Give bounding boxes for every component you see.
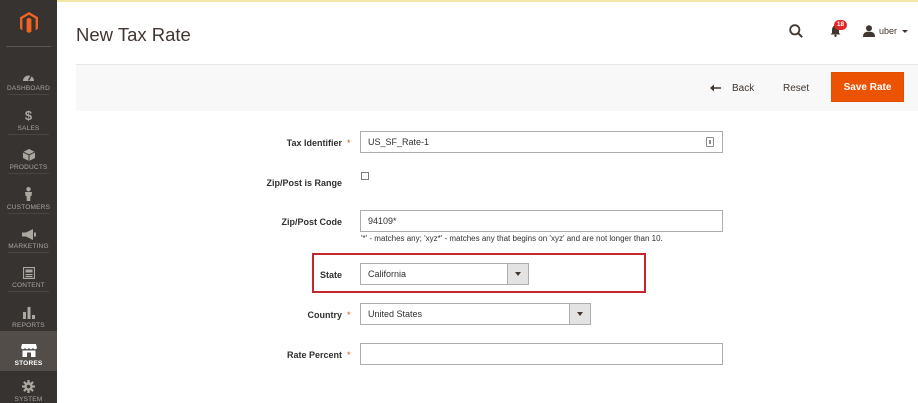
magento-logo-icon — [19, 12, 38, 33]
state-highlight-box — [312, 253, 646, 293]
user-menu[interactable]: uber — [862, 25, 908, 37]
required-marker: * — [347, 350, 351, 360]
tax-identifier-value: US_SF_Rate-1 — [368, 137, 430, 147]
top-stripe — [57, 0, 918, 2]
magento-logo[interactable] — [0, 0, 57, 46]
dollar-icon: $ — [24, 108, 33, 123]
sidebar-item-content[interactable]: CONTENT — [0, 253, 57, 293]
user-icon — [862, 25, 875, 37]
chevron-down-icon — [577, 312, 583, 316]
sidebar-item-label: PRODUCTS — [9, 164, 48, 171]
country-label: Country — [307, 310, 343, 320]
zip-code-note: '*' - matches any; 'xyz*' - matches any … — [361, 234, 663, 243]
header-actions: 18 uber — [785, 18, 908, 44]
sidebar-item-customers[interactable]: CUSTOMERS — [0, 175, 57, 215]
sidebar-item-reports[interactable]: REPORTS — [0, 293, 57, 333]
zip-range-label: Zip/Post is Range — [266, 178, 342, 188]
sidebar-item-system[interactable]: SYSTEM — [0, 367, 57, 403]
save-rate-button[interactable]: Save Rate — [831, 72, 904, 102]
reset-button-label: Reset — [783, 82, 810, 94]
zip-code-label: Zip/Post Code — [281, 217, 343, 227]
required-marker: * — [347, 138, 351, 148]
sidebar: DASHBOARD $ SALES PRODUCTS CUSTOMERS MAR… — [0, 0, 57, 403]
megaphone-icon — [21, 222, 36, 240]
page-actions-bar: Back Reset Save Rate — [76, 64, 918, 111]
gauge-icon — [22, 64, 35, 82]
content-icon — [22, 261, 35, 279]
nav-divider — [8, 173, 49, 174]
user-name: uber — [878, 26, 897, 36]
sidebar-item-label: MARKETING — [8, 243, 49, 250]
back-button-label: Back — [732, 82, 755, 94]
chevron-down-icon — [902, 29, 908, 33]
tax-identifier-input[interactable]: US_SF_Rate-1 — [360, 131, 723, 153]
sidebar-item-label: DASHBOARD — [7, 85, 50, 92]
page-title: New Tax Rate — [76, 24, 191, 45]
rate-percent-label: Rate Percent — [286, 350, 342, 360]
nav-divider — [8, 94, 49, 95]
sidebar-item-label: CUSTOMERS — [6, 204, 51, 211]
search-button[interactable] — [785, 20, 807, 42]
person-icon — [24, 183, 33, 201]
back-button[interactable]: Back — [710, 79, 754, 97]
sidebar-item-marketing[interactable]: MARKETING — [0, 214, 57, 254]
store-icon — [20, 339, 37, 357]
search-icon — [789, 24, 803, 38]
reset-button[interactable]: Reset — [783, 79, 809, 97]
tax-identifier-label: Tax Identifier — [286, 138, 342, 148]
zip-code-input[interactable]: 94109* — [360, 210, 723, 232]
notifications-button[interactable]: 18 — [825, 20, 847, 42]
bar-chart-icon — [22, 301, 35, 319]
sidebar-item-label: SYSTEM — [14, 396, 43, 403]
sidebar-item-dashboard[interactable]: DASHBOARD — [0, 56, 57, 96]
notification-count-badge: 18 — [833, 20, 847, 30]
autofill-icon — [706, 137, 714, 147]
logo-divider — [6, 46, 51, 47]
gear-icon — [22, 375, 35, 393]
sidebar-item-label: SALES — [17, 125, 40, 132]
zip-code-value: 94109* — [368, 216, 397, 226]
required-marker: * — [347, 310, 351, 320]
sidebar-item-label: REPORTS — [12, 322, 45, 329]
zip-range-checkbox[interactable] — [361, 172, 369, 180]
country-select[interactable]: United States — [360, 303, 591, 325]
nav-divider — [8, 291, 49, 292]
sidebar-item-stores[interactable]: STORES — [0, 331, 57, 371]
sidebar-item-sales[interactable]: $ SALES — [0, 96, 57, 136]
sidebar-item-label: STORES — [14, 360, 43, 367]
rate-percent-input[interactable] — [360, 343, 723, 365]
sidebar-item-label: CONTENT — [12, 282, 45, 289]
country-value: United States — [368, 309, 423, 319]
app-root: DASHBOARD $ SALES PRODUCTS CUSTOMERS MAR… — [0, 0, 918, 403]
arrow-left-icon — [710, 84, 721, 92]
country-dropdown-toggle[interactable] — [569, 304, 590, 324]
sidebar-item-products[interactable]: PRODUCTS — [0, 135, 57, 175]
cube-icon — [22, 143, 35, 161]
